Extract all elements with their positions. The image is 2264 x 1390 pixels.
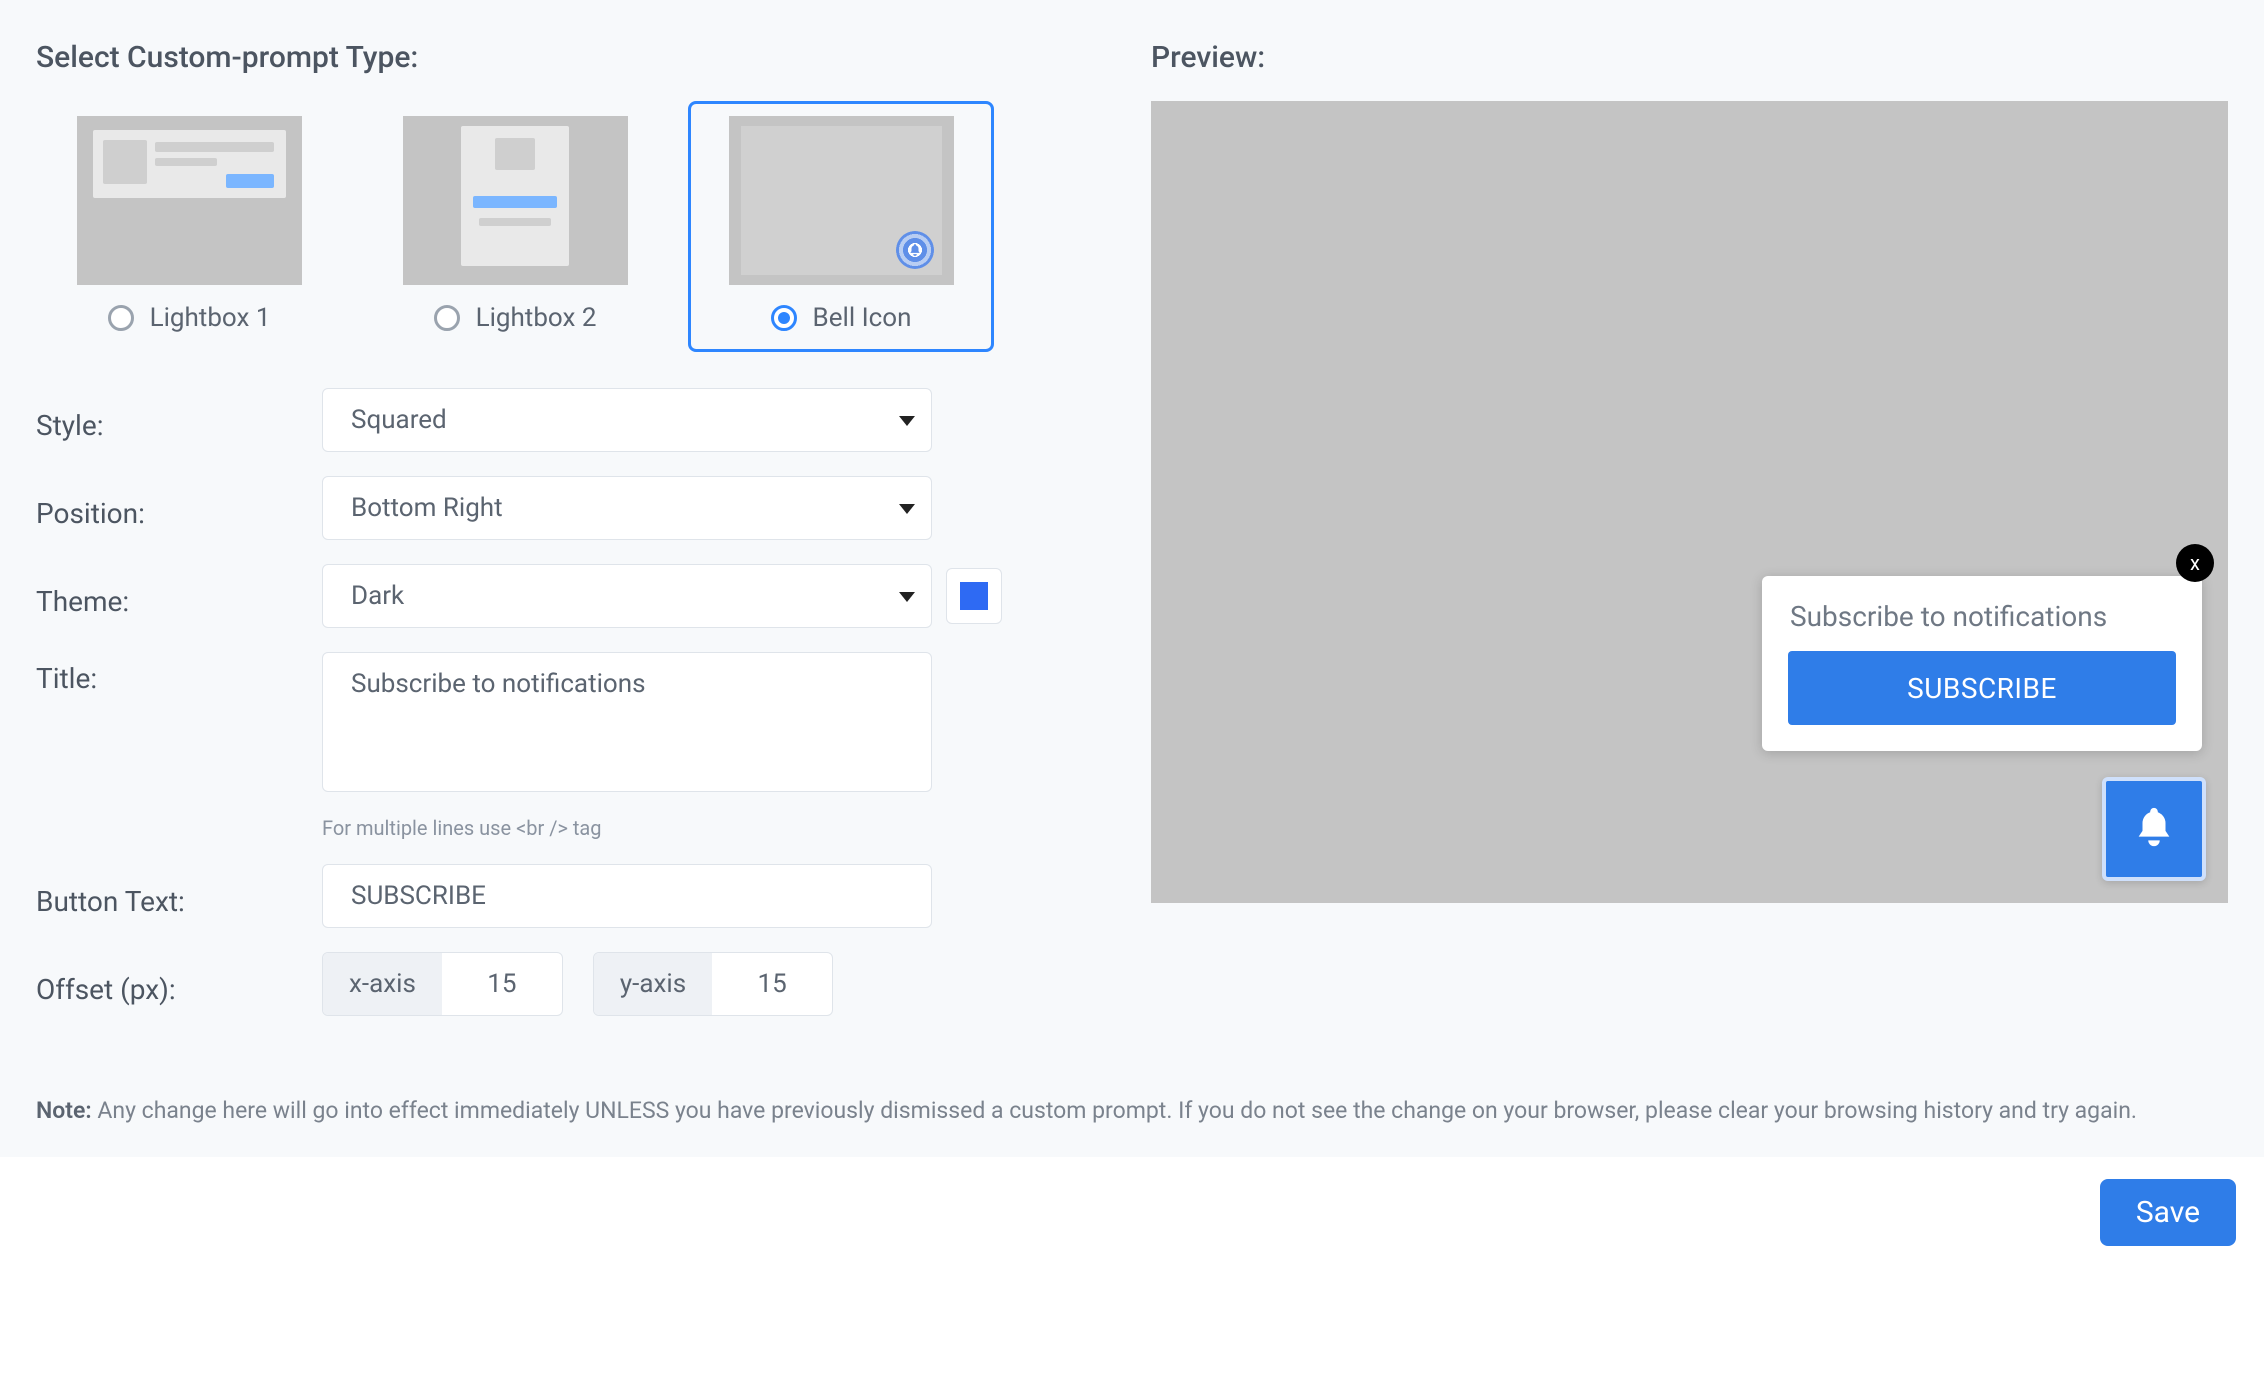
prompt-thumbnail-lightbox2 — [403, 116, 628, 285]
title-label: Title: — [36, 652, 306, 695]
prompt-type-group: Lightbox 1 Lightbox 2 — [36, 101, 1111, 352]
radio-bell[interactable] — [771, 305, 797, 331]
prompt-type-lightbox1[interactable]: Lightbox 1 — [36, 101, 342, 352]
position-select[interactable]: Bottom Right — [322, 476, 932, 540]
offset-y-label: y-axis — [594, 953, 712, 1015]
offset-x-group: x-axis 15 — [322, 952, 563, 1016]
prompt-thumbnail-bell — [729, 116, 954, 285]
bell-icon — [896, 231, 934, 269]
theme-color-swatch[interactable] — [946, 568, 1002, 624]
footer: Save — [0, 1157, 2264, 1262]
offset-y-group: y-axis 15 — [593, 952, 833, 1016]
popup-close-button[interactable]: x — [2176, 544, 2214, 582]
preview-subscribe-button[interactable]: SUBSCRIBE — [1788, 651, 2176, 725]
style-select[interactable]: Squared — [322, 388, 932, 452]
offset-x-label: x-axis — [323, 953, 442, 1015]
bell-icon — [2131, 804, 2177, 854]
close-icon: x — [2190, 551, 2200, 575]
prompt-type-label: Bell Icon — [813, 303, 912, 333]
prompt-type-label: Lightbox 2 — [476, 303, 597, 333]
prompt-type-lightbox2[interactable]: Lightbox 2 — [362, 101, 668, 352]
note-text: Note: Any change here will go into effec… — [36, 1094, 2137, 1127]
preview-popup-title: Subscribe to notifications — [1790, 600, 2176, 633]
preview-canvas: x Subscribe to notifications SUBSCRIBE — [1151, 101, 2228, 903]
preview-heading: Preview: — [1151, 40, 2228, 75]
radio-lightbox1[interactable] — [108, 305, 134, 331]
offset-y-input[interactable]: 15 — [712, 953, 832, 1015]
offset-x-input[interactable]: 15 — [442, 953, 562, 1015]
position-label: Position: — [36, 487, 306, 530]
title-textarea[interactable]: Subscribe to notifications — [322, 652, 932, 792]
radio-lightbox2[interactable] — [434, 305, 460, 331]
preview-popup: x Subscribe to notifications SUBSCRIBE — [1762, 576, 2202, 751]
prompt-type-bell[interactable]: Bell Icon — [688, 101, 994, 352]
style-label: Style: — [36, 399, 306, 442]
prompt-type-label: Lightbox 1 — [150, 303, 271, 333]
color-chip-icon — [960, 582, 988, 610]
theme-select[interactable]: Dark — [322, 564, 932, 628]
title-hint: For multiple lines use <br /> tag — [322, 816, 602, 840]
button-text-label: Button Text: — [36, 875, 306, 918]
note-bold: Note: — [36, 1097, 92, 1124]
select-prompt-heading: Select Custom-prompt Type: — [36, 40, 1111, 75]
save-button[interactable]: Save — [2100, 1179, 2236, 1246]
note-body: Any change here will go into effect imme… — [92, 1097, 2137, 1124]
preview-bell-button[interactable] — [2102, 777, 2206, 881]
button-text-input[interactable]: SUBSCRIBE — [322, 864, 932, 928]
theme-label: Theme: — [36, 575, 306, 618]
prompt-thumbnail-lightbox1 — [77, 116, 302, 285]
offset-label: Offset (px): — [36, 963, 306, 1006]
